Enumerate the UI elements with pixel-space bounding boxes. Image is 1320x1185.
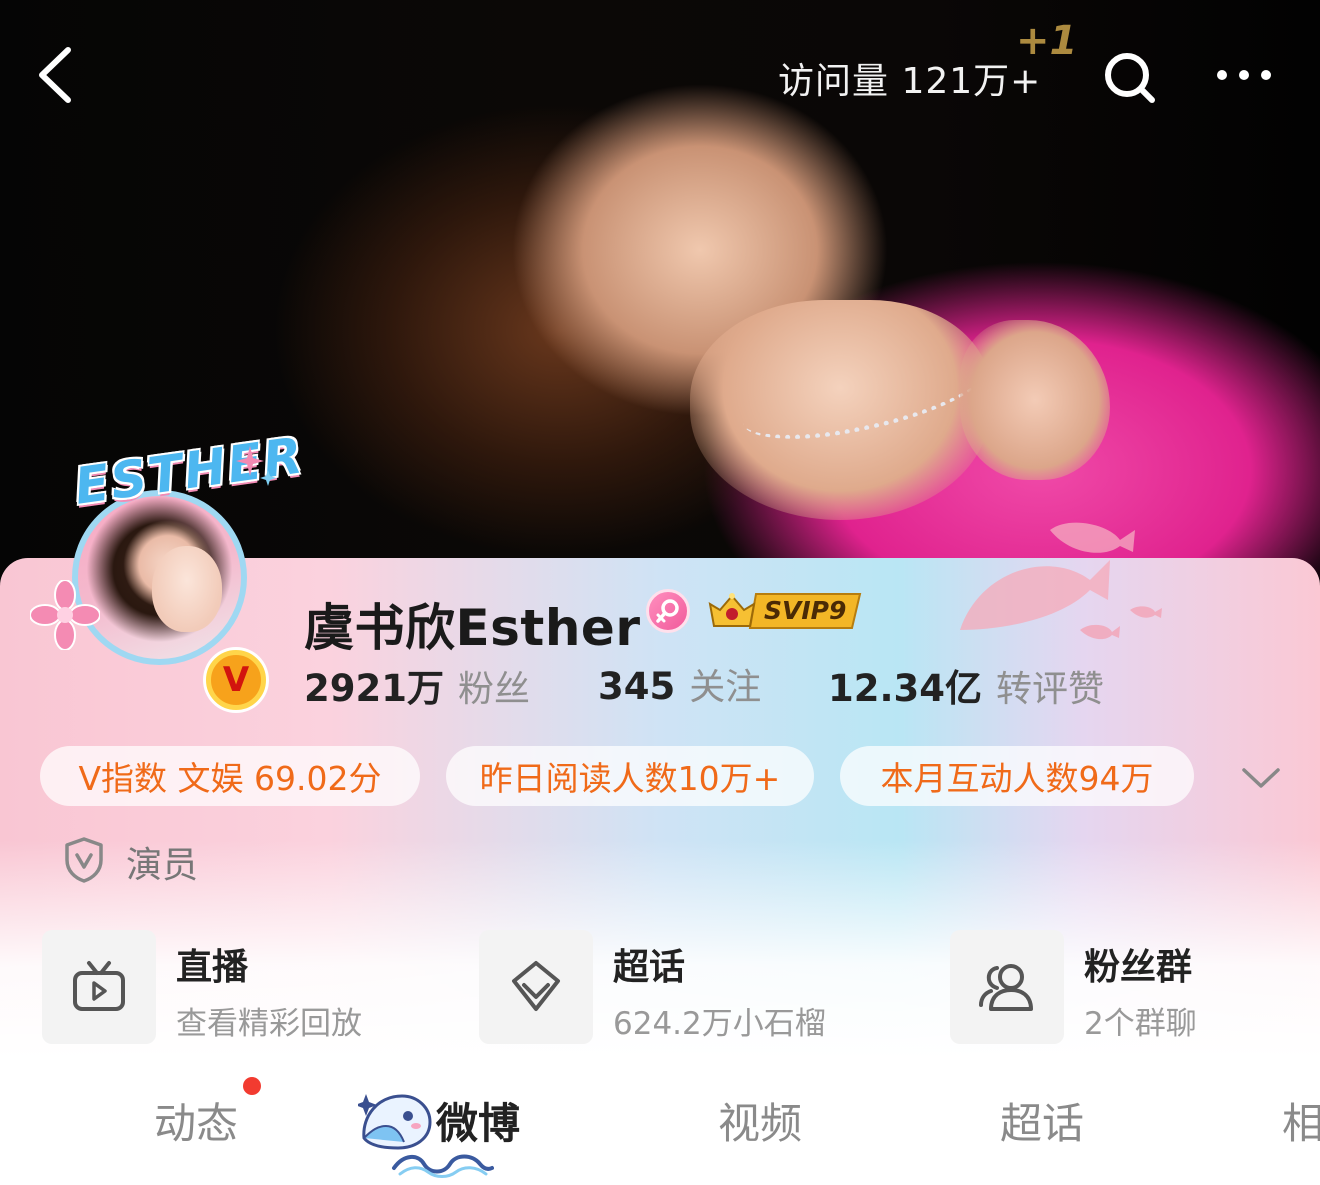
fish-mascot-icon: [358, 1094, 432, 1150]
super-topic-icon-box: [479, 930, 593, 1044]
super-topic-entry[interactable]: 超话 624.2万小石榴: [479, 930, 899, 1044]
more-dots-icon: [1217, 70, 1271, 80]
verified-badge[interactable]: V: [206, 650, 266, 710]
fan-group-icon-box: [950, 930, 1064, 1044]
following-stat[interactable]: 345 关注: [598, 658, 761, 710]
monthly-interactions-tag[interactable]: 本月互动人数94万: [840, 746, 1194, 806]
sparkle-icon: [236, 446, 276, 486]
live-stream-icon-box: [42, 930, 156, 1044]
fan-group-subtitle: 2个群聊: [1084, 1006, 1197, 1042]
followers-label: 粉丝: [457, 669, 530, 710]
followers-stat[interactable]: 2921万 粉丝: [304, 658, 530, 712]
cover-photo-hand: [960, 320, 1110, 480]
profile-role: 演员: [126, 845, 199, 886]
profile-tabs: 动态 微博 视频 超话 相: [0, 1060, 1320, 1185]
live-stream-title: 直播: [176, 947, 249, 988]
tv-icon: [73, 961, 125, 1011]
notification-dot: [243, 1077, 261, 1095]
diamond-icon: [512, 961, 560, 1011]
wave-underline-icon: [392, 1154, 494, 1178]
plus-one-animation: +1: [1016, 18, 1078, 64]
engagement-label: 转评赞: [996, 669, 1105, 710]
tab-weibo[interactable]: 微博: [436, 1090, 520, 1151]
search-button[interactable]: [1100, 48, 1160, 108]
fan-group-entry[interactable]: 粉丝群 2个群聊: [950, 930, 1290, 1044]
expand-tags-button[interactable]: [1238, 760, 1284, 794]
tab-dynamics[interactable]: 动态: [154, 1090, 238, 1151]
live-stream-subtitle: 查看精彩回放: [176, 1006, 362, 1042]
following-count: 345: [598, 665, 676, 708]
more-button[interactable]: [1214, 60, 1274, 90]
profile-name: 虞书欣Esther: [304, 599, 641, 657]
daily-readers-tag[interactable]: 昨日阅读人数10万+: [446, 746, 814, 806]
group-icon: [979, 964, 1033, 1011]
followers-count: 2921万: [304, 667, 444, 710]
live-stream-entry[interactable]: 直播 查看精彩回放: [42, 930, 442, 1044]
following-label: 关注: [689, 667, 762, 708]
tab-videos[interactable]: 视频: [718, 1090, 802, 1151]
super-topic-subtitle: 624.2万小石榴: [613, 1006, 826, 1042]
search-icon: [1105, 53, 1155, 103]
chevron-down-icon: [1242, 768, 1280, 788]
engagement-count: 12.34亿: [828, 667, 983, 710]
flower-decoration-icon: [30, 580, 100, 650]
engagement-stat[interactable]: 12.34亿 转评赞: [828, 658, 1104, 712]
tab-super-topic[interactable]: 超话: [1000, 1090, 1084, 1151]
tab-album[interactable]: 相: [1282, 1090, 1320, 1151]
svip-badge[interactable]: SVIP9: [706, 588, 866, 634]
female-symbol-icon: [656, 599, 679, 623]
visit-count: 访问量 121万+: [778, 61, 1042, 102]
avatar-face: [152, 546, 222, 632]
shield-v-icon: [65, 837, 103, 883]
chevron-left-icon: [39, 47, 71, 103]
fish-decoration-icon: [960, 522, 1162, 640]
top-bar: 访问量 121万+ +1: [0, 0, 1320, 150]
fan-group-title: 粉丝群: [1084, 947, 1193, 988]
back-button[interactable]: [30, 40, 86, 110]
v-index-tag[interactable]: V指数 文娱 69.02分: [40, 746, 420, 806]
svip-label: SVIP9: [764, 596, 847, 625]
avatar-container[interactable]: ESTHER V: [30, 426, 308, 720]
female-gender-icon: [646, 589, 690, 633]
super-topic-title: 超话: [613, 947, 686, 988]
